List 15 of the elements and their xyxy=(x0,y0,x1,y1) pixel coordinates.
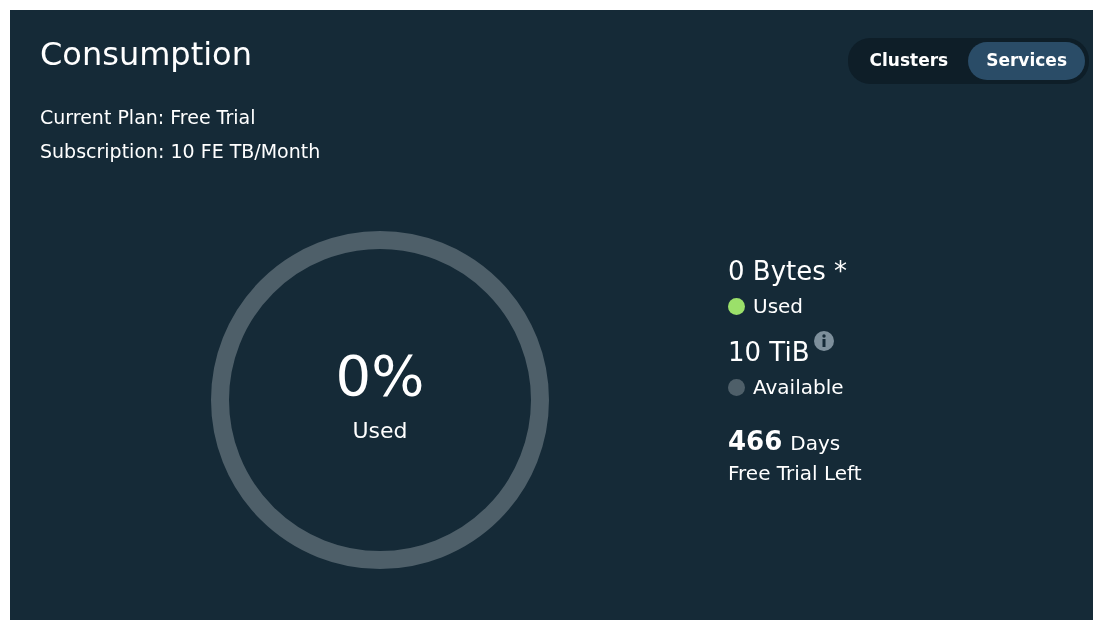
legend-value: 10 TiB xyxy=(728,337,810,369)
legend-label: Used xyxy=(753,293,804,321)
usage-label: Used xyxy=(352,417,408,446)
plan-text: Current Plan: Free Trial xyxy=(40,104,257,130)
toggle-tab[interactable]: Services xyxy=(968,42,1085,80)
days-unit: Days xyxy=(790,430,841,458)
toggle-tab[interactable]: Clusters xyxy=(851,42,967,80)
legend-label: Available xyxy=(753,374,844,402)
subscription-text: Subscription: 10 FE TB/Month xyxy=(40,138,322,164)
days-number: 466 xyxy=(728,426,783,458)
usage-percent: 0% xyxy=(335,344,425,407)
panel-title: Consumption xyxy=(40,38,252,70)
info-icon[interactable] xyxy=(813,331,834,352)
legend-value: 0 Bytes * xyxy=(728,255,848,288)
trial-label: Free Trial Left xyxy=(728,460,862,488)
